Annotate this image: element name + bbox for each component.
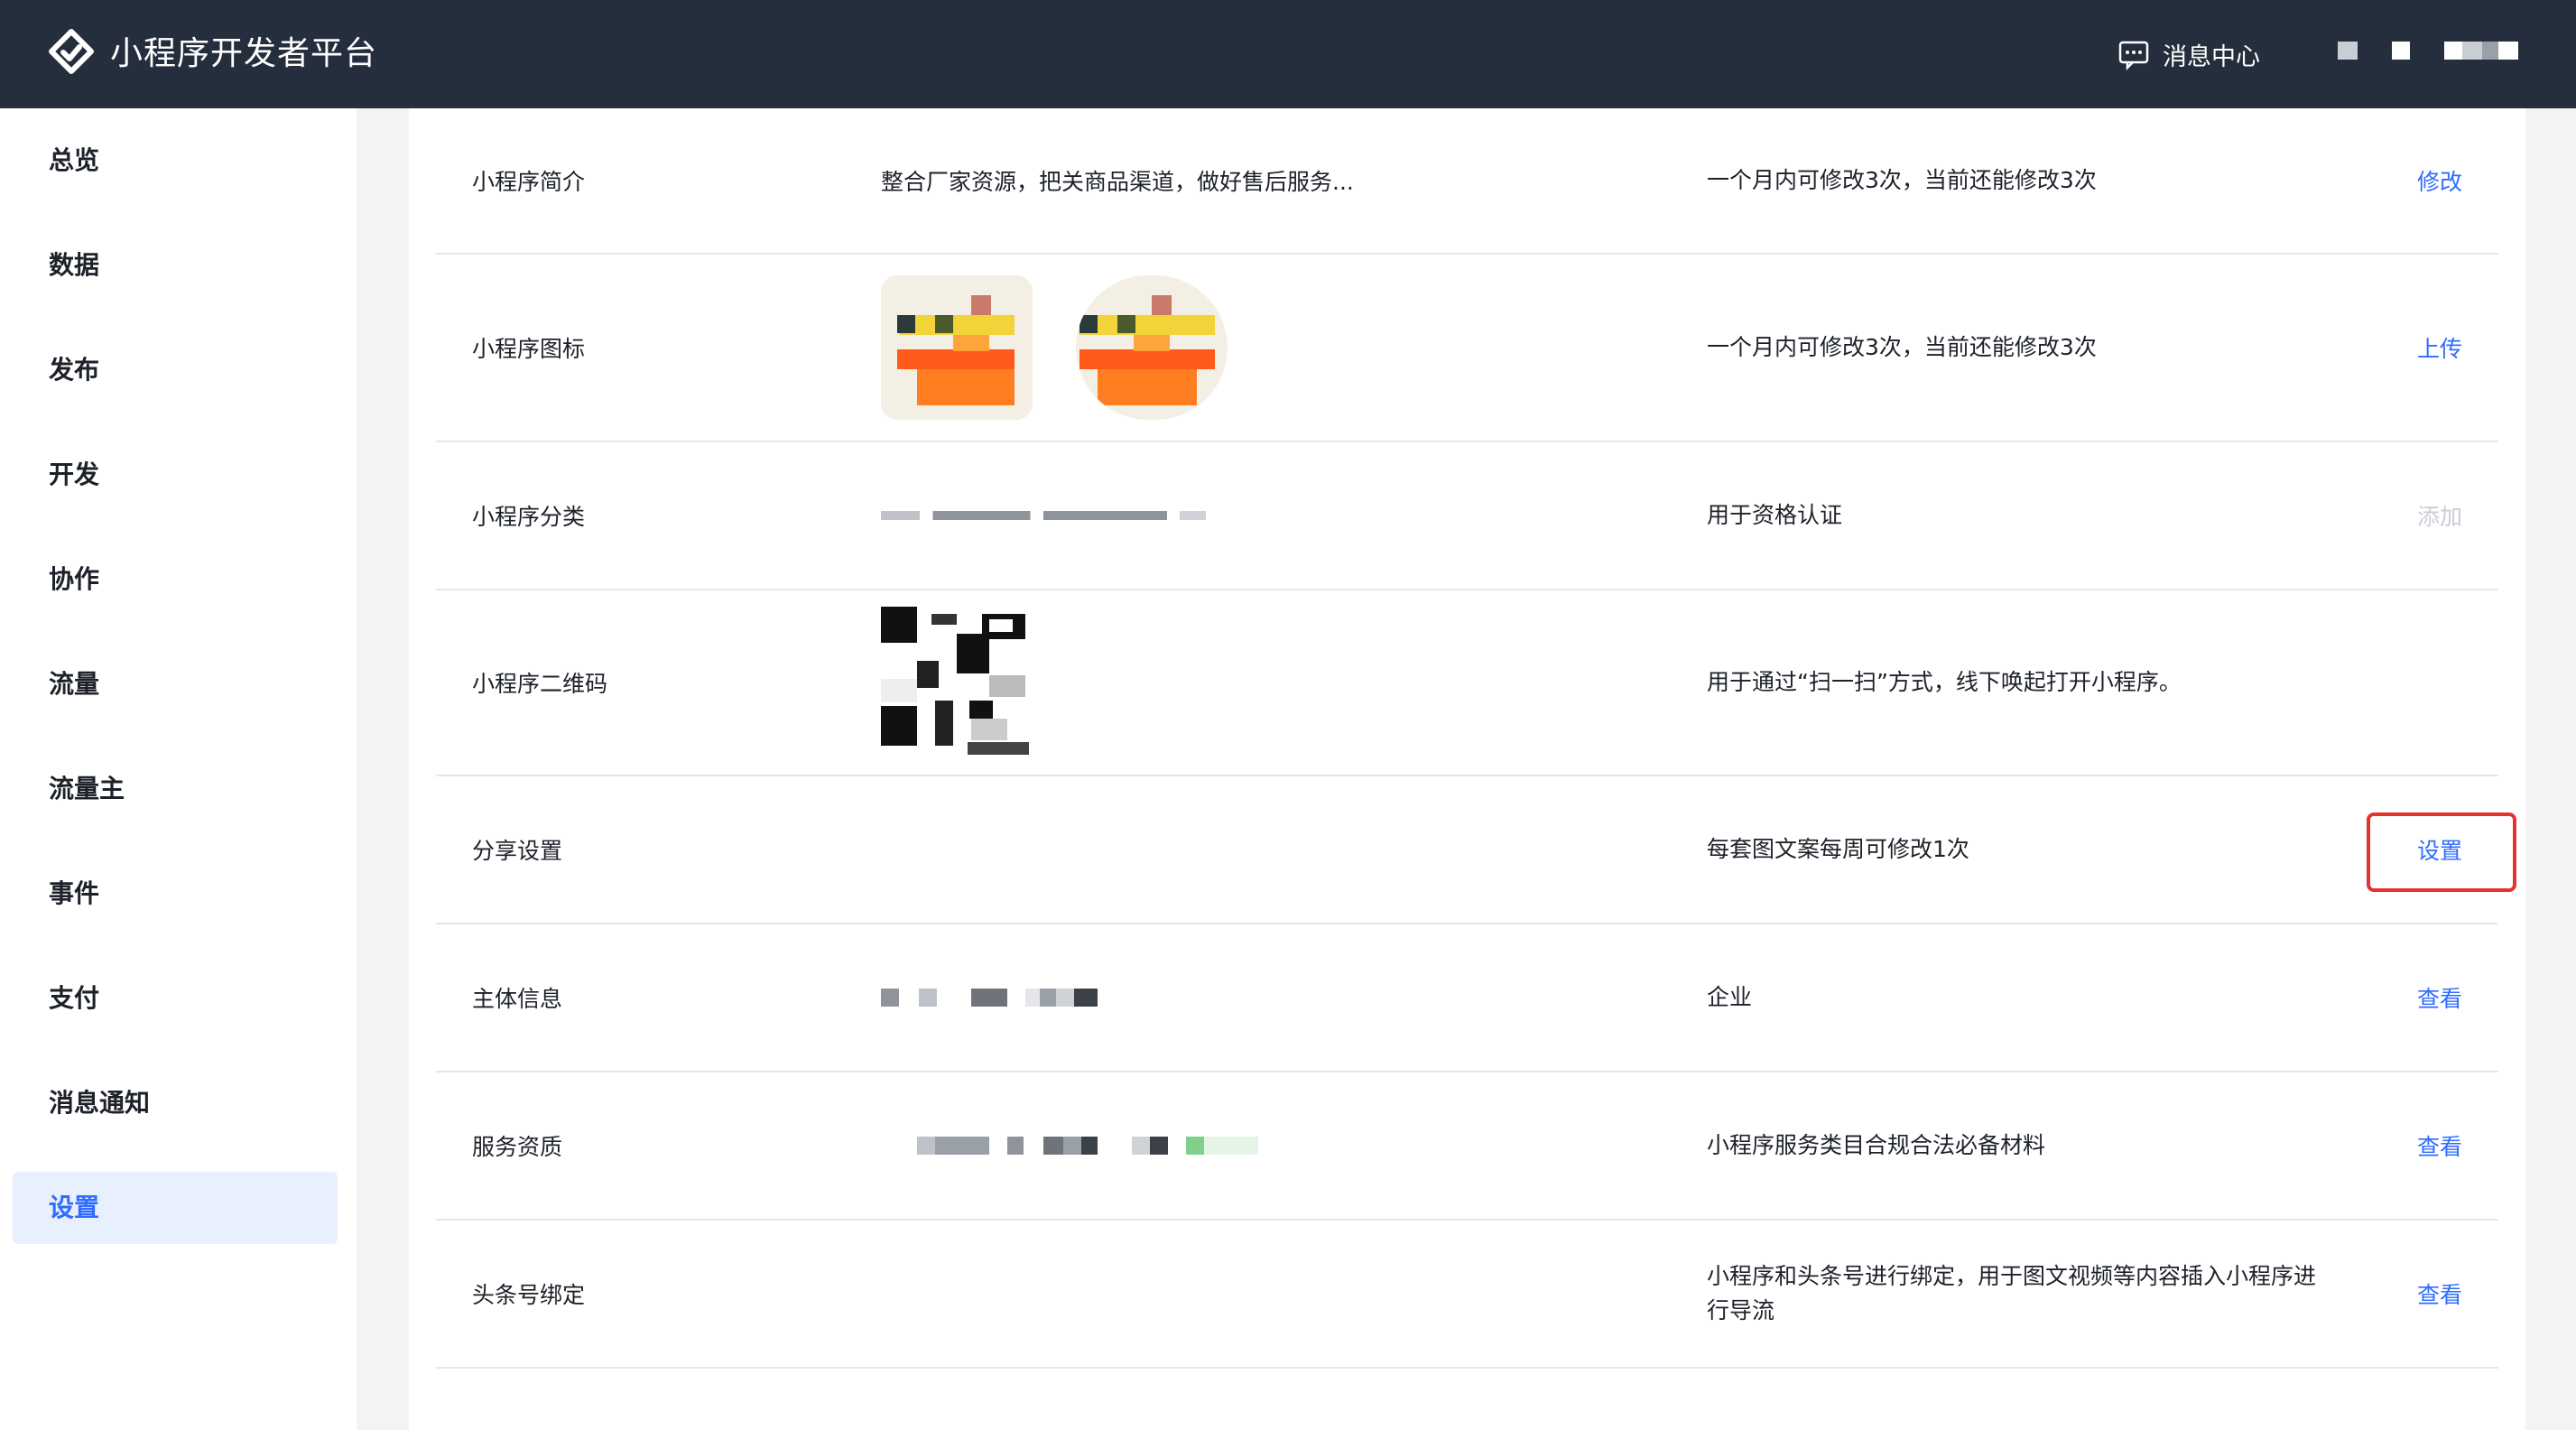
sidebar-item-develop[interactable]: 开发 xyxy=(13,439,338,511)
qualification-value-redacted xyxy=(881,1072,1258,1219)
edit-intro-button[interactable]: 修改 xyxy=(2417,108,2462,253)
row-description: 一个月内可修改3次，当前还能修改3次 xyxy=(1707,167,2097,193)
settings-row-qrcode: 小程序二维码 用于通过“扫一扫”方式，线下唤起打开小程序。 xyxy=(436,590,2498,776)
entity-value-redacted xyxy=(881,924,1098,1071)
settings-row-toutiao-binding: 头条号绑定 小程序和头条号进行绑定，用于图文视频等内容插入小程序进行导流 查看 xyxy=(436,1221,2498,1369)
platform-title: 小程序开发者平台 xyxy=(110,35,378,72)
row-description: 用于通过“扫一扫”方式，线下唤起打开小程序。 xyxy=(1707,669,2182,695)
icon-previews xyxy=(881,255,1228,441)
row-description: 小程序服务类目合规合法必备材料 xyxy=(1707,1132,2046,1158)
settings-row-share: 分享设置 每套图文案每周可修改1次 设置 xyxy=(436,776,2498,924)
settings-row-entity: 主体信息 企业 查看 xyxy=(436,924,2498,1072)
sidebar-item-settings[interactable]: 设置 xyxy=(13,1172,338,1244)
settings-row-qualification: 服务资质 小程序服务类目合规合法必备材料 查看 xyxy=(436,1072,2498,1221)
user-account-menu[interactable] xyxy=(2338,42,2518,60)
sidebar-item-events[interactable]: 事件 xyxy=(13,858,338,930)
row-description: 用于资格认证 xyxy=(1707,502,1843,528)
app-icon-round-image xyxy=(1076,275,1228,420)
sidebar-item-publish[interactable]: 发布 xyxy=(13,334,338,406)
view-toutiao-binding-button[interactable]: 查看 xyxy=(2417,1221,2462,1367)
intro-value: 整合厂家资源，把关商品渠道，做好售后服务... xyxy=(881,169,1354,195)
qrcode-image xyxy=(881,607,1033,758)
row-label: 头条号绑定 xyxy=(472,1282,586,1308)
row-label: 服务资质 xyxy=(472,1134,563,1160)
sidebar-item-data[interactable]: 数据 xyxy=(13,229,338,302)
row-label: 小程序分类 xyxy=(472,504,586,530)
message-center-label: 消息中心 xyxy=(2163,42,2260,71)
row-label: 小程序二维码 xyxy=(472,671,608,697)
row-description: 每套图文案每周可修改1次 xyxy=(1707,836,1969,862)
settings-row-intro: 小程序简介 整合厂家资源，把关商品渠道，做好售后服务... 一个月内可修改3次，… xyxy=(436,108,2498,255)
platform-logo-icon xyxy=(49,29,94,74)
top-header: 小程序开发者平台 消息中心 xyxy=(0,0,2576,108)
message-bubble-icon xyxy=(2118,41,2149,70)
sidebar-item-overview[interactable]: 总览 xyxy=(13,125,338,197)
sidebar-item-traffic[interactable]: 流量 xyxy=(13,648,338,720)
view-entity-button[interactable]: 查看 xyxy=(2417,924,2462,1071)
category-value-redacted xyxy=(881,442,1206,589)
message-center-link[interactable]: 消息中心 xyxy=(2117,0,2260,108)
view-qualification-button[interactable]: 查看 xyxy=(2417,1072,2462,1219)
sidebar-item-collaborate[interactable]: 协作 xyxy=(13,543,338,616)
sidebar-nav: 总览 数据 发布 开发 协作 流量 流量主 事件 支付 消息通知 设置 xyxy=(0,108,357,1430)
qrcode-preview xyxy=(881,590,1033,775)
sidebar-item-notifications[interactable]: 消息通知 xyxy=(13,1067,338,1139)
row-label: 主体信息 xyxy=(472,986,563,1012)
upload-icon-button[interactable]: 上传 xyxy=(2417,255,2462,441)
sidebar-item-traffic-owner[interactable]: 流量主 xyxy=(13,753,338,825)
row-label: 小程序图标 xyxy=(472,336,586,362)
settings-panel: 小程序简介 整合厂家资源，把关商品渠道，做好售后服务... 一个月内可修改3次，… xyxy=(409,108,2525,1430)
row-description: 一个月内可修改3次，当前还能修改3次 xyxy=(1707,334,2097,360)
settings-row-icon: 小程序图标 一个月内可修改3次，当前还能修改3次 上传 xyxy=(436,255,2498,442)
row-description: 企业 xyxy=(1707,984,1753,1010)
row-label: 小程序简介 xyxy=(472,169,586,195)
app-icon-square-image xyxy=(881,275,1033,420)
row-description: 小程序和头条号进行绑定，用于图文视频等内容插入小程序进行导流 xyxy=(1707,1263,2317,1323)
sidebar-item-payment[interactable]: 支付 xyxy=(13,962,338,1035)
add-category-button[interactable]: 添加 xyxy=(2417,442,2462,589)
highlight-box xyxy=(2367,812,2516,892)
settings-row-category: 小程序分类 用于资格认证 添加 xyxy=(436,442,2498,590)
row-label: 分享设置 xyxy=(472,838,563,864)
